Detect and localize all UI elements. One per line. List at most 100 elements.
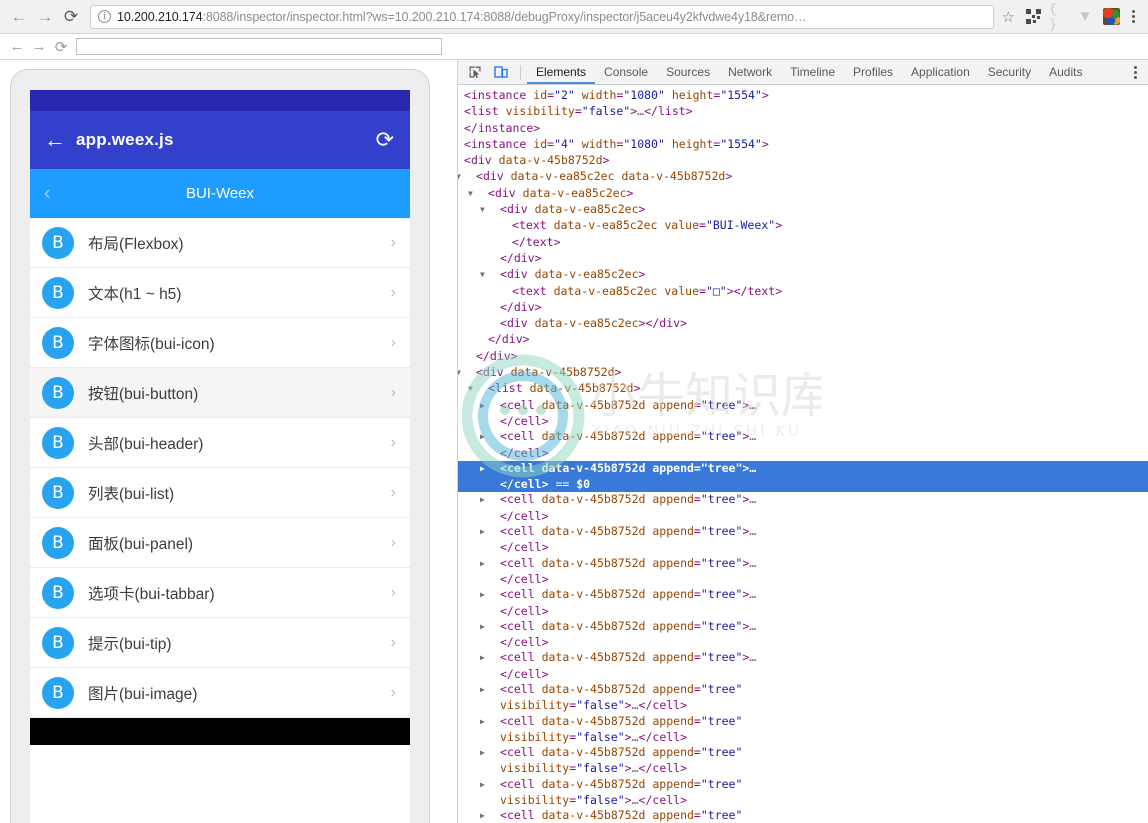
disclosure-triangle-icon[interactable]: ▶ bbox=[490, 492, 500, 507]
disclosure-triangle-icon[interactable] bbox=[490, 300, 500, 315]
disclosure-triangle-icon[interactable]: ▼ bbox=[478, 381, 488, 396]
dom-node[interactable]: <instance id="4" width="1080" height="15… bbox=[458, 137, 1148, 153]
puzzle-extension-icon[interactable] bbox=[1101, 7, 1121, 27]
dom-node[interactable]: ▶<cell data-v-45b8752d append="tree">…</… bbox=[458, 492, 1148, 524]
disclosure-triangle-icon[interactable]: ▶ bbox=[490, 556, 500, 571]
dom-node[interactable]: </text> bbox=[458, 235, 1148, 251]
dom-node[interactable]: ▶<cell data-v-45b8752d append="tree">…</… bbox=[458, 587, 1148, 619]
disclosure-triangle-icon[interactable]: ▶ bbox=[490, 714, 500, 729]
dom-node[interactable]: ▼<div data-v-45b8752d> bbox=[458, 153, 1148, 169]
disclosure-triangle-icon[interactable] bbox=[502, 235, 512, 250]
browser-back-button[interactable]: ← bbox=[6, 4, 32, 30]
disclosure-triangle-icon[interactable] bbox=[502, 218, 512, 233]
disclosure-triangle-icon[interactable] bbox=[458, 121, 464, 136]
disclosure-triangle-icon[interactable]: ▶ bbox=[490, 650, 500, 665]
disclosure-triangle-icon[interactable]: ▼ bbox=[490, 267, 500, 282]
disclosure-triangle-icon[interactable]: ▶ bbox=[490, 461, 500, 476]
devtools-menu-icon[interactable] bbox=[1126, 66, 1144, 79]
dom-node[interactable]: </instance> bbox=[458, 121, 1148, 137]
list-item[interactable]: B列表(bui-list)› bbox=[30, 468, 410, 518]
disclosure-triangle-icon[interactable] bbox=[490, 251, 500, 266]
site-info-icon[interactable]: i bbox=[98, 10, 111, 23]
disclosure-triangle-icon[interactable]: ▼ bbox=[458, 153, 464, 168]
dom-node[interactable]: </div> bbox=[458, 251, 1148, 267]
dom-node[interactable]: ▼<div data-v-ea85c2ec data-v-45b8752d> bbox=[458, 169, 1148, 185]
dom-node[interactable]: ▶<cell data-v-45b8752d append="tree">…</… bbox=[458, 398, 1148, 430]
dom-node[interactable]: ▶<list visibility="false">…</list> bbox=[458, 104, 1148, 120]
dom-node[interactable]: <text data-v-ea85c2ec value="□"></text> bbox=[458, 284, 1148, 300]
dom-node[interactable]: ▶<cell data-v-45b8752d append="tree">…</… bbox=[458, 461, 1148, 493]
toggle-device-toolbar-icon[interactable] bbox=[488, 61, 514, 84]
disclosure-triangle-icon[interactable]: ▶ bbox=[490, 619, 500, 634]
disclosure-triangle-icon[interactable]: ▼ bbox=[490, 202, 500, 217]
list-item[interactable]: B字体图标(bui-icon)› bbox=[30, 318, 410, 368]
vee-icon[interactable]: ▼ bbox=[1075, 7, 1095, 27]
browser-menu-icon[interactable] bbox=[1124, 10, 1142, 23]
dom-node[interactable]: </div> bbox=[458, 349, 1148, 365]
tab-network[interactable]: Network bbox=[719, 60, 781, 84]
dom-node[interactable]: ▼<div data-v-ea85c2ec> bbox=[458, 267, 1148, 283]
tab-timeline[interactable]: Timeline bbox=[781, 60, 844, 84]
tab-elements[interactable]: Elements bbox=[527, 60, 595, 84]
dom-node[interactable]: ▼<list data-v-45b8752d> bbox=[458, 381, 1148, 397]
list-item[interactable]: B头部(bui-header)› bbox=[30, 418, 410, 468]
dom-node[interactable]: ▶<cell data-v-45b8752d append="tree"visi… bbox=[458, 745, 1148, 777]
qr-code-icon[interactable] bbox=[1023, 7, 1043, 27]
dom-node[interactable]: </div> bbox=[458, 300, 1148, 316]
app-back-icon[interactable]: ← bbox=[44, 127, 76, 153]
disclosure-triangle-icon[interactable]: ▼ bbox=[466, 365, 476, 380]
dom-node[interactable]: ▶<cell data-v-45b8752d append="tree"visi… bbox=[458, 808, 1148, 823]
disclosure-triangle-icon[interactable] bbox=[458, 137, 464, 152]
disclosure-triangle-icon[interactable]: ▶ bbox=[458, 104, 464, 119]
tab-console[interactable]: Console bbox=[595, 60, 657, 84]
star-icon[interactable]: ☆ bbox=[1002, 8, 1015, 26]
dom-node[interactable]: ▶<cell data-v-45b8752d append="tree">…</… bbox=[458, 524, 1148, 556]
refresh-icon[interactable]: ⟳ bbox=[376, 129, 394, 151]
dom-node[interactable]: <text data-v-ea85c2ec value="BUI-Weex"> bbox=[458, 218, 1148, 234]
dom-node[interactable]: ▶<cell data-v-45b8752d append="tree">…</… bbox=[458, 556, 1148, 588]
tab-application[interactable]: Application bbox=[902, 60, 979, 84]
dom-node[interactable]: <instance id="2" width="1080" height="15… bbox=[458, 88, 1148, 104]
address-bar[interactable]: i 10.200.210.174:8088/inspector/inspecto… bbox=[90, 5, 994, 29]
dom-node[interactable]: ▼<div data-v-45b8752d> bbox=[458, 365, 1148, 381]
tab-audits[interactable]: Audits bbox=[1040, 60, 1091, 84]
disclosure-triangle-icon[interactable]: ▶ bbox=[490, 682, 500, 697]
disclosure-triangle-icon[interactable]: ▶ bbox=[490, 745, 500, 760]
browser-reload-button[interactable]: ⟳ bbox=[58, 4, 84, 30]
json-braces-icon[interactable]: { } bbox=[1049, 7, 1069, 27]
dom-node[interactable]: ▶<cell data-v-45b8752d append="tree"visi… bbox=[458, 714, 1148, 746]
disclosure-triangle-icon[interactable]: ▶ bbox=[490, 587, 500, 602]
disclosure-triangle-icon[interactable] bbox=[478, 332, 488, 347]
tab-security[interactable]: Security bbox=[979, 60, 1040, 84]
disclosure-triangle-icon[interactable] bbox=[490, 316, 500, 331]
list-item[interactable]: B面板(bui-panel)› bbox=[30, 518, 410, 568]
inner-forward-button[interactable]: → bbox=[28, 36, 50, 58]
dom-node[interactable]: ▼<div data-v-ea85c2ec> bbox=[458, 202, 1148, 218]
list-item[interactable]: B选项卡(bui-tabbar)› bbox=[30, 568, 410, 618]
inner-reload-button[interactable]: ⟳ bbox=[50, 36, 72, 58]
inspect-element-icon[interactable] bbox=[462, 61, 488, 84]
dom-node[interactable]: </div> bbox=[458, 332, 1148, 348]
dom-node[interactable]: ▼<div data-v-ea85c2ec> bbox=[458, 186, 1148, 202]
tab-sources[interactable]: Sources bbox=[657, 60, 719, 84]
disclosure-triangle-icon[interactable] bbox=[466, 349, 476, 364]
dom-node[interactable]: ▶<cell data-v-45b8752d append="tree"visi… bbox=[458, 682, 1148, 714]
disclosure-triangle-icon[interactable]: ▼ bbox=[466, 169, 476, 184]
inner-address-input[interactable] bbox=[76, 38, 442, 55]
disclosure-triangle-icon[interactable]: ▶ bbox=[490, 777, 500, 792]
dom-node[interactable]: ▶<cell data-v-45b8752d append="tree"visi… bbox=[458, 777, 1148, 809]
disclosure-triangle-icon[interactable]: ▶ bbox=[490, 398, 500, 413]
dom-node[interactable]: ▶<cell data-v-45b8752d append="tree">…</… bbox=[458, 650, 1148, 682]
disclosure-triangle-icon[interactable] bbox=[458, 88, 464, 103]
list-item[interactable]: B布局(Flexbox)› bbox=[30, 218, 410, 268]
browser-forward-button[interactable]: → bbox=[32, 4, 58, 30]
tab-profiles[interactable]: Profiles bbox=[844, 60, 902, 84]
dom-tree[interactable]: <instance id="2" width="1080" height="15… bbox=[458, 85, 1148, 823]
dom-node[interactable]: <div data-v-ea85c2ec></div> bbox=[458, 316, 1148, 332]
list-item[interactable]: B文本(h1 ~ h5)› bbox=[30, 268, 410, 318]
disclosure-triangle-icon[interactable] bbox=[502, 284, 512, 299]
dom-node[interactable]: ▶<cell data-v-45b8752d append="tree">…</… bbox=[458, 429, 1148, 461]
list-item[interactable]: B图片(bui-image)› bbox=[30, 668, 410, 718]
disclosure-triangle-icon[interactable]: ▶ bbox=[490, 429, 500, 444]
disclosure-triangle-icon[interactable]: ▼ bbox=[478, 186, 488, 201]
